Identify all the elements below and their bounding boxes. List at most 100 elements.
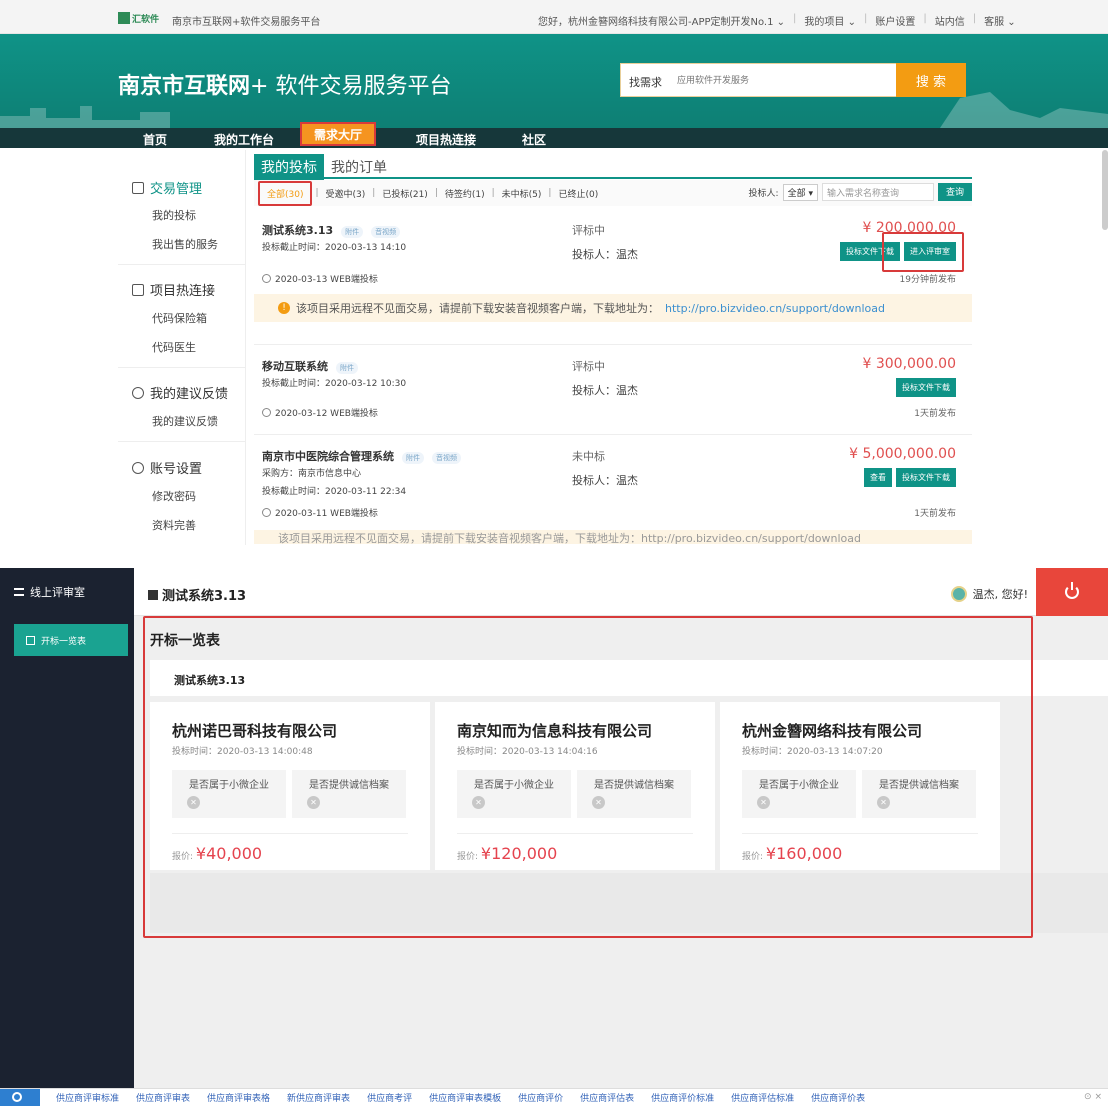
user-info[interactable]: 温杰, 您好! — [950, 586, 1028, 602]
main-nav: 首页 我的工作台 需求大厅 项目热连接 社区 — [0, 122, 1108, 148]
sidebar-item-profile[interactable]: 资料完善 — [152, 517, 196, 533]
notice-banner: ! 该项目采用远程不见面交易，请提前下载安装音视频客户端，下载地址为： http:/… — [254, 294, 972, 322]
clock-icon — [262, 274, 271, 283]
site-title: 南京市互联网+ 软件交易服务平台 — [118, 74, 452, 99]
search-bar: 找需求 应用软件开发服务 搜 索 — [620, 63, 966, 97]
keyword-bar: 供应商评审标准 供应商评审表 供应商评审表格 新供应商评审表 供应商考评 供应商… — [0, 1088, 1108, 1106]
filter-lost[interactable]: 未中标(5) — [502, 187, 542, 200]
attachment-tag: 附件 — [402, 452, 424, 464]
sidebar-group-account[interactable]: 账号设置 — [132, 458, 202, 477]
gear-icon — [132, 386, 144, 399]
sidebar-group-hot[interactable]: 项目热连接 — [132, 280, 215, 299]
query-input[interactable]: 输入需求名称查询 — [821, 183, 934, 201]
download-bid-file-button[interactable]: 投标文件下载 — [896, 378, 956, 397]
sidebar-item-code-safe[interactable]: 代码保险箱 — [152, 310, 207, 326]
filter-pending[interactable]: 待签约(1) — [445, 187, 485, 200]
bidding-portal: 汇软件 南京市互联网+软件交易服务平台 您好，杭州金簪网络科技有限公司-APP定… — [0, 0, 1108, 560]
sidebar-item-my-bids[interactable]: 我的投标 — [152, 207, 196, 223]
top-bar: 汇软件 南京市互联网+软件交易服务平台 您好，杭州金簪网络科技有限公司-APP定… — [0, 0, 1108, 34]
search-input[interactable]: 应用软件开发服务 — [677, 73, 749, 86]
nav-hot-projects[interactable]: 项目热连接 — [416, 131, 476, 148]
keyword-link[interactable]: 供应商评价标准 — [651, 1091, 714, 1104]
sidebar-group-trade[interactable]: 交易管理 — [132, 178, 202, 197]
keyword-link[interactable]: 供应商评估标准 — [731, 1091, 794, 1104]
page-title: 测试系统3.13 — [148, 585, 246, 604]
review-sidebar: 线上评审室 开标一览表 — [0, 568, 134, 1088]
item-date: 2020-03-11 WEB端投标 — [275, 509, 378, 519]
filter-all[interactable]: 全部(30) — [258, 180, 313, 206]
keyword-link[interactable]: 供应商评估表 — [580, 1091, 634, 1104]
item-deadline: 投标截止时间：2020-03-13 14:10 — [262, 243, 407, 253]
search-icon[interactable] — [0, 1089, 40, 1106]
sidebar-item-feedback[interactable]: 我的建议反馈 — [152, 413, 218, 429]
item-published: 1天前发布 — [914, 509, 956, 519]
item-buyer: 采购方：南京市信息中心 — [262, 469, 362, 479]
bidder-label: 投标人: — [748, 188, 779, 199]
item-name[interactable]: 南京市中医院综合管理系统 — [262, 450, 394, 463]
item-status: 未中标 — [572, 450, 605, 463]
item-bidder: 投标人：温杰 — [572, 384, 638, 397]
search-category[interactable]: 找需求 — [629, 74, 662, 90]
sidebar-item-opening-list[interactable]: 开标一览表 — [14, 624, 128, 656]
filter-ended[interactable]: 已终止(0) — [558, 187, 598, 200]
nav-demand-hall[interactable]: 需求大厅 — [300, 122, 376, 146]
sidebar-group-feedback[interactable]: 我的建议反馈 — [132, 383, 228, 402]
highlight-enter-room — [882, 232, 964, 272]
item-name[interactable]: 测试系统3.13 — [262, 224, 333, 237]
keyword-link[interactable]: 供应商考评 — [367, 1091, 412, 1104]
site-name: 南京市互联网+软件交易服务平台 — [172, 17, 321, 28]
nav-community[interactable]: 社区 — [522, 131, 546, 148]
view-button[interactable]: 查看 — [864, 468, 892, 487]
settings-icon[interactable]: ⊙ × — [1084, 1092, 1102, 1102]
review-sidebar-title[interactable]: 线上评审室 — [14, 584, 85, 600]
table-icon — [26, 635, 35, 645]
review-header: 测试系统3.13 温杰, 您好! — [134, 568, 1108, 616]
keyword-link[interactable]: 新供应商评审表 — [287, 1091, 350, 1104]
filter-bid[interactable]: 已投标(21) — [382, 187, 427, 200]
account-settings-link[interactable]: 账户设置 — [875, 13, 915, 28]
list-item: 移动互联系统 附件 投标截止时间：2020-03-12 10:30 评标中 投标人… — [254, 344, 972, 430]
nav-workbench[interactable]: 我的工作台 — [214, 131, 274, 148]
item-status: 评标中 — [572, 360, 605, 373]
my-projects-menu[interactable]: 我的项目 ⌄ — [804, 13, 856, 28]
logout-button[interactable] — [1036, 568, 1108, 616]
keyword-link[interactable]: 供应商评审标准 — [56, 1091, 119, 1104]
video-tag: 音视频 — [432, 452, 461, 464]
keyword-link[interactable]: 供应商评价表 — [811, 1091, 865, 1104]
sidebar-item-code-doctor[interactable]: 代码医生 — [152, 339, 196, 355]
scrollbar[interactable] — [1102, 150, 1108, 230]
attachment-tag: 附件 — [336, 362, 358, 374]
item-deadline: 投标截止时间：2020-03-12 10:30 — [262, 379, 407, 389]
gear-icon — [132, 461, 144, 474]
download-link[interactable]: http://pro.bizvideo.cn/support/download — [665, 302, 885, 315]
keyword-link[interactable]: 供应商评审表 — [136, 1091, 190, 1104]
search-button[interactable]: 搜 索 — [896, 63, 966, 97]
item-deadline: 投标截止时间：2020-03-11 22:34 — [262, 487, 407, 497]
site-logo[interactable]: 汇软件 — [118, 11, 164, 25]
sidebar-item-my-services[interactable]: 我出售的服务 — [152, 236, 218, 252]
clock-icon — [262, 408, 271, 417]
item-name[interactable]: 移动互联系统 — [262, 360, 328, 373]
video-tag: 音视频 — [371, 226, 401, 238]
nav-home[interactable]: 首页 — [143, 131, 167, 148]
item-status: 评标中 — [572, 224, 605, 237]
inbox-link[interactable]: 站内信 — [935, 13, 965, 28]
menu-icon — [14, 588, 24, 596]
avatar — [950, 586, 967, 602]
sidebar-item-password[interactable]: 修改密码 — [152, 488, 196, 504]
list-item: 测试系统3.13 附件 音视频 投标截止时间：2020-03-13 14:10 评标… — [254, 220, 972, 336]
filter-invited[interactable]: 受邀中(3) — [326, 187, 366, 200]
review-room: 线上评审室 开标一览表 测试系统3.13 温杰, 您好! 开标一览表 测试系统3… — [0, 568, 1108, 1088]
info-icon: ! — [278, 302, 290, 314]
keyword-link[interactable]: 供应商评审表格 — [207, 1091, 270, 1104]
bid-filters: 全部(30) | 受邀中(3) | 已投标(21) | 待签约(1) | 未中标(5) … — [254, 180, 972, 206]
keyword-link[interactable]: 供应商评价 — [518, 1091, 563, 1104]
notice-banner-cut: 该项目采用远程不见面交易，请提前下载安装音视频客户端，下载地址为：http://… — [254, 530, 972, 544]
user-greeting[interactable]: 您好，杭州金簪网络科技有限公司-APP定制开发No.1 ⌄ — [538, 13, 785, 28]
attachment-tag: 附件 — [341, 226, 364, 238]
service-menu[interactable]: 客服 ⌄ — [984, 13, 1016, 28]
keyword-link[interactable]: 供应商评审表模板 — [429, 1091, 501, 1104]
download-bid-file-button[interactable]: 投标文件下载 — [896, 468, 956, 487]
query-button[interactable]: 查询 — [937, 183, 972, 201]
bidder-select[interactable]: 全部 ▾ — [782, 183, 818, 201]
